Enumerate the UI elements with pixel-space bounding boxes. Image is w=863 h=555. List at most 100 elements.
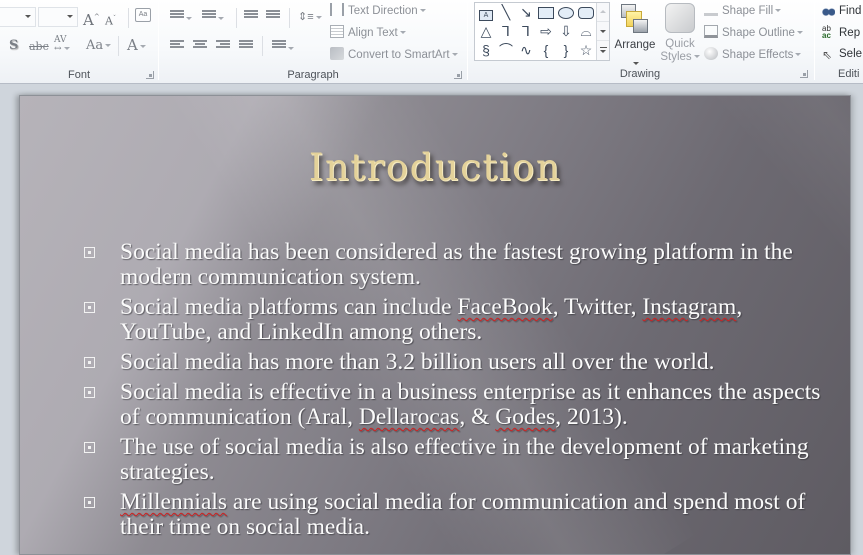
character-spacing-icon[interactable]: AV ↔: [54, 36, 70, 54]
shrink-font-icon[interactable]: Aˇ: [105, 11, 116, 30]
misspelled-word: FaceBook: [457, 294, 553, 320]
increase-indent-icon[interactable]: [266, 10, 280, 26]
ribbon: A^ Aˇ Aa S abc AV ↔ Aa A Font ⇕≡ Text Di…: [0, 0, 863, 84]
line-shape-icon[interactable]: ╲: [497, 4, 515, 20]
divider: [118, 36, 119, 56]
gallery-scroll-down-icon[interactable]: [597, 22, 609, 41]
font-group-label: Font: [67, 69, 90, 81]
align-left-icon[interactable]: [170, 40, 184, 52]
align-text-button[interactable]: Align Text: [330, 25, 406, 40]
font-size-combo[interactable]: [38, 7, 78, 27]
text-direction-icon: [330, 3, 344, 16]
bullet-item[interactable]: Social media platforms can include FaceB…: [82, 295, 822, 345]
arrow-shape-icon[interactable]: ↘: [517, 4, 535, 20]
numbering-icon[interactable]: [202, 10, 224, 26]
text-shadow-icon[interactable]: S: [9, 38, 18, 54]
clear-formatting-icon[interactable]: Aa: [135, 8, 151, 22]
right-arrow-shape-icon[interactable]: ⇨: [537, 23, 555, 39]
bullet-text: The use of social media is also effectiv…: [120, 434, 809, 485]
elbow-arrow-connector-icon[interactable]: ⅂: [517, 23, 535, 39]
dialog-launcher-icon[interactable]: [454, 71, 462, 79]
chevron-down-icon: [67, 15, 73, 18]
drawing-group-label: Drawing: [619, 68, 661, 80]
strikethrough-icon[interactable]: abc: [29, 39, 49, 55]
gallery-scrollbar[interactable]: [596, 3, 609, 60]
square-bullet-icon: [84, 387, 95, 398]
binoculars-icon: [822, 3, 835, 16]
bullet-text: Social media has been considered as the …: [120, 239, 793, 290]
dialog-launcher-icon[interactable]: [800, 70, 808, 78]
bullet-text: , 2013).: [555, 404, 628, 430]
slide-workspace: Introduction Social media has been consi…: [0, 85, 863, 555]
paint-bucket-icon: [704, 3, 718, 16]
bullet-text: Social media platforms can include: [120, 294, 458, 320]
bullet-item[interactable]: Social media has been considered as the …: [82, 240, 822, 290]
misspelled-word: Godes: [495, 404, 556, 430]
shape-outline-button[interactable]: Shape Outline: [704, 25, 803, 40]
columns-icon[interactable]: [272, 40, 294, 56]
font-name-combo[interactable]: [0, 7, 36, 27]
slide-title[interactable]: Introduction: [20, 146, 850, 189]
rectangle-shape-icon[interactable]: [537, 4, 555, 20]
right-brace-shape-icon[interactable]: }: [557, 42, 575, 58]
quick-styles-button[interactable]: Quick Styles: [660, 2, 700, 63]
replace-button[interactable]: ab ac Rep: [822, 25, 860, 40]
bullet-text: Social media has more than 3.2 billion u…: [120, 349, 715, 375]
quick-styles-icon: [665, 3, 695, 33]
gallery-more-icon[interactable]: [597, 41, 609, 60]
text-direction-button[interactable]: Text Direction: [330, 3, 426, 18]
divider: [128, 8, 129, 28]
paragraph-group: ⇕≡ Text Direction Align Text Convert to …: [160, 0, 466, 84]
square-bullet-icon: [84, 442, 95, 453]
change-case-icon[interactable]: Aa: [86, 38, 112, 54]
group-divider: [814, 2, 815, 80]
elbow-connector-icon[interactable]: ⅂: [497, 23, 515, 39]
shape-effects-button[interactable]: Shape Effects: [704, 47, 802, 62]
grow-font-icon[interactable]: A^: [83, 9, 100, 28]
bullet-text: , &: [459, 404, 496, 430]
left-brace-shape-icon[interactable]: {: [537, 42, 555, 58]
triangle-shape-icon[interactable]: △: [477, 23, 495, 39]
divider: [236, 8, 237, 28]
star-shape-icon[interactable]: ☆: [577, 42, 595, 58]
text-box-shape-icon[interactable]: A: [477, 4, 495, 21]
arc-shape-icon[interactable]: ⌒: [497, 42, 515, 58]
align-right-icon[interactable]: [216, 40, 230, 52]
select-button[interactable]: ⇖ Sele: [822, 47, 862, 62]
bullet-item[interactable]: Millennials are using social media for c…: [82, 490, 822, 540]
smartart-icon: [330, 47, 344, 60]
bullet-item[interactable]: The use of social media is also effectiv…: [82, 435, 822, 485]
arrange-button[interactable]: Arrange: [612, 2, 658, 66]
font-group: A^ Aˇ Aa S abc AV ↔ Aa A Font: [0, 0, 158, 84]
cursor-arrow-icon: ⇖: [822, 48, 833, 62]
shapes-gallery: A ╲ ↘ △ ⅂ ⅂ ⇨ ⇩ ⌓ § ⌒ ∿ { } ☆: [474, 2, 610, 61]
find-button[interactable]: Find: [822, 3, 861, 18]
decrease-indent-icon[interactable]: [244, 10, 258, 26]
arrange-icon: [621, 4, 651, 34]
line-spacing-icon[interactable]: ⇕≡: [298, 9, 322, 25]
font-color-icon[interactable]: A: [127, 37, 146, 53]
bullet-item[interactable]: Social media is effective in a business …: [82, 380, 822, 430]
convert-smartart-button[interactable]: Convert to SmartArt: [330, 47, 458, 62]
oval-shape-icon[interactable]: [557, 4, 575, 20]
gallery-scroll-up-icon[interactable]: [597, 3, 609, 22]
bullets-icon[interactable]: [170, 10, 192, 26]
rounded-rectangle-shape-icon[interactable]: [577, 4, 595, 20]
replace-icon: ab ac: [822, 24, 831, 40]
scribble-shape-icon[interactable]: §: [477, 42, 495, 58]
bullet-item[interactable]: Social media has more than 3.2 billion u…: [82, 350, 822, 375]
curve-shape-icon[interactable]: ∿: [517, 42, 535, 58]
freeform-shape-icon[interactable]: ⌓: [577, 23, 595, 39]
misspelled-word: Instagram: [642, 294, 737, 320]
shape-fill-button[interactable]: Shape Fill: [704, 3, 782, 18]
slide-canvas[interactable]: Introduction Social media has been consi…: [19, 95, 851, 555]
align-center-icon[interactable]: [193, 40, 207, 52]
justify-icon[interactable]: [239, 40, 253, 52]
dialog-launcher-icon[interactable]: [146, 71, 154, 79]
square-bullet-icon: [84, 247, 95, 258]
bullet-list[interactable]: Social media has been considered as the …: [82, 240, 822, 545]
paragraph-group-label: Paragraph: [287, 69, 339, 81]
group-divider: [158, 2, 159, 80]
down-arrow-shape-icon[interactable]: ⇩: [557, 23, 575, 39]
chevron-down-icon: [25, 15, 31, 18]
